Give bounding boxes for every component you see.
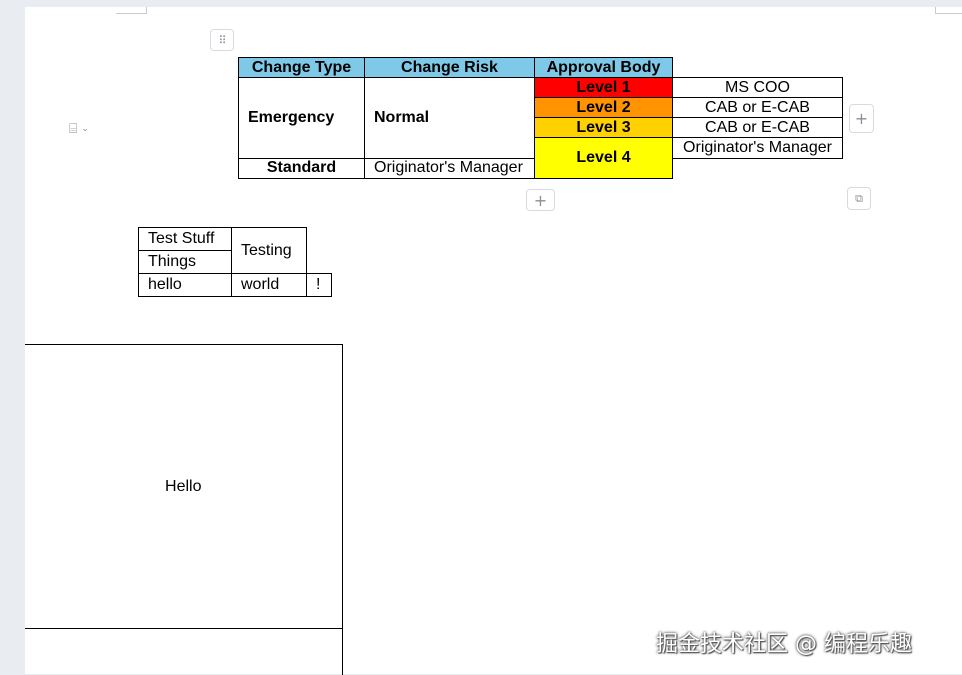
cell-level-3[interactable]: Level 3 — [535, 118, 673, 138]
drag-handle-icon[interactable]: ⠿ — [210, 29, 234, 51]
cell-exclamation[interactable]: ! — [307, 274, 332, 297]
cell-emergency[interactable]: Emergency — [239, 78, 365, 159]
cell-hello[interactable]: hello — [139, 274, 232, 297]
change-approval-table: Change Type Change Risk Approval Body Em… — [238, 57, 843, 179]
cell-testing[interactable]: Testing — [232, 228, 307, 274]
cell-approver-1[interactable]: MS COO — [673, 78, 843, 98]
cell-approver-4[interactable]: Originator's Manager — [673, 138, 843, 159]
cell-standard[interactable]: Standard — [239, 158, 365, 179]
cell-approver-2[interactable]: CAB or E-CAB — [673, 98, 843, 118]
page-corner-mark — [935, 7, 962, 14]
hello-table: Hello — [25, 344, 343, 675]
header-change-type[interactable]: Change Type — [239, 58, 365, 78]
add-row-button[interactable]: + — [526, 189, 555, 211]
cell-level-1[interactable]: Level 1 — [535, 78, 673, 98]
chevron-down-icon: ⌄ — [81, 124, 89, 134]
page-corner-mark — [116, 7, 147, 14]
cell-originator-manager[interactable]: Originator's Manager — [365, 158, 535, 179]
add-column-button[interactable]: + — [849, 104, 874, 133]
empty-cell — [673, 58, 843, 78]
table-align-button[interactable]: ⌸ ⌄ — [59, 117, 99, 141]
resize-icon: ⧉ — [855, 192, 863, 206]
cell-things[interactable]: Things — [139, 251, 232, 274]
resize-table-button[interactable]: ⧉ — [847, 187, 871, 210]
cell-test-stuff[interactable]: Test Stuff — [139, 228, 232, 251]
cell-normal[interactable]: Normal — [365, 78, 535, 159]
test-table: Test Stuff Testing Things hello world ! — [138, 227, 332, 297]
cell-empty-bottom[interactable] — [25, 629, 342, 675]
cell-level-2[interactable]: Level 2 — [535, 98, 673, 118]
cell-hello-large[interactable]: Hello — [25, 345, 342, 629]
cell-world[interactable]: world — [232, 274, 307, 297]
align-icon: ⌸ — [69, 121, 77, 137]
header-change-risk[interactable]: Change Risk — [365, 58, 535, 78]
cell-approver-3[interactable]: CAB or E-CAB — [673, 118, 843, 138]
empty-cell — [673, 158, 843, 179]
cell-level-4[interactable]: Level 4 — [535, 138, 673, 179]
watermark-text: 掘金技术社区 @ 编程乐趣 — [656, 626, 912, 658]
header-approval-body[interactable]: Approval Body — [535, 58, 673, 78]
empty-cell — [307, 228, 332, 274]
plus-icon: + — [855, 109, 868, 128]
plus-icon: + — [534, 191, 547, 210]
